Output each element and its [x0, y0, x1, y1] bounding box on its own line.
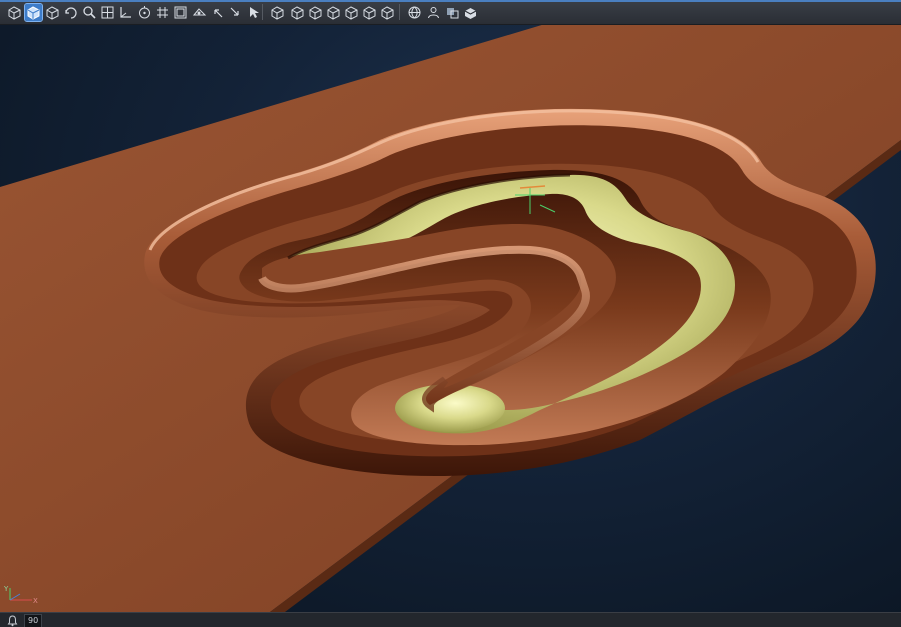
select-icon [250, 7, 259, 18]
zoom-extents-button[interactable] [99, 4, 116, 21]
view-iso-shaded-button[interactable] [24, 3, 43, 22]
view-left-icon [327, 6, 340, 20]
material-button[interactable] [462, 4, 479, 21]
view-box-icon [46, 6, 59, 20]
zoom-extents-icon [101, 6, 114, 19]
shading-options-icon [447, 8, 459, 19]
shading-options-button[interactable] [444, 4, 461, 21]
section-icon [192, 8, 207, 16]
user-view-icon [428, 7, 439, 19]
view-back-icon [309, 6, 322, 20]
redo-view-icon [230, 7, 239, 16]
axis-triad: Y X [3, 585, 38, 605]
view-iso-button[interactable] [379, 4, 396, 21]
view-iso-icon [381, 6, 394, 20]
view-back-button[interactable] [307, 4, 324, 21]
rotate-center-icon [139, 6, 150, 19]
3d-viewport[interactable] [0, 24, 901, 612]
rotate-view-icon [65, 7, 77, 19]
material-icon [464, 8, 477, 19]
globe-button[interactable] [406, 4, 423, 21]
frame-button[interactable] [172, 4, 189, 21]
rotate-view-button[interactable] [62, 4, 79, 21]
axis-button[interactable] [117, 4, 134, 21]
view-iso-shaded-icon [27, 6, 40, 20]
triad-x-label: X [33, 597, 38, 605]
frame-icon [174, 6, 187, 19]
zoom-icon [83, 6, 96, 19]
view-right-icon [345, 6, 358, 20]
view-bottom-button[interactable] [361, 4, 378, 21]
view-left-button[interactable] [325, 4, 342, 21]
triad-y-label: Y [3, 585, 9, 593]
part-model[interactable] [0, 24, 901, 612]
view-box-button[interactable] [44, 4, 61, 21]
view-top-button[interactable] [269, 4, 286, 21]
view-front-button[interactable] [289, 4, 306, 21]
undo-view-icon [214, 9, 223, 18]
toolbar-accent-bar [0, 0, 901, 2]
view-right-button[interactable] [343, 4, 360, 21]
status-bar: 90 [0, 612, 901, 627]
select-button[interactable] [246, 4, 263, 21]
view-top-icon [271, 6, 284, 20]
zoom-button[interactable] [81, 4, 98, 21]
redo-view-button[interactable] [227, 4, 244, 21]
toolbar-separator [399, 4, 400, 20]
view-iso-wire-button[interactable] [6, 4, 23, 21]
view-toolbar [0, 0, 901, 25]
axis-icon [120, 7, 131, 18]
undo-view-button[interactable] [209, 4, 226, 21]
grid-button[interactable] [154, 4, 171, 21]
globe-icon [408, 6, 421, 19]
status-value-field[interactable]: 90 [24, 614, 43, 627]
rotate-center-button[interactable] [136, 4, 153, 21]
cad-application: Y X 90 [0, 0, 901, 627]
bell-icon[interactable] [6, 614, 19, 627]
view-front-icon [291, 6, 304, 20]
section-button[interactable] [191, 4, 208, 21]
toolbar-separator [262, 4, 263, 20]
view-bottom-icon [363, 6, 376, 20]
user-view-button[interactable] [425, 4, 442, 21]
grid-icon [157, 7, 168, 18]
view-iso-wire-icon [8, 6, 21, 20]
